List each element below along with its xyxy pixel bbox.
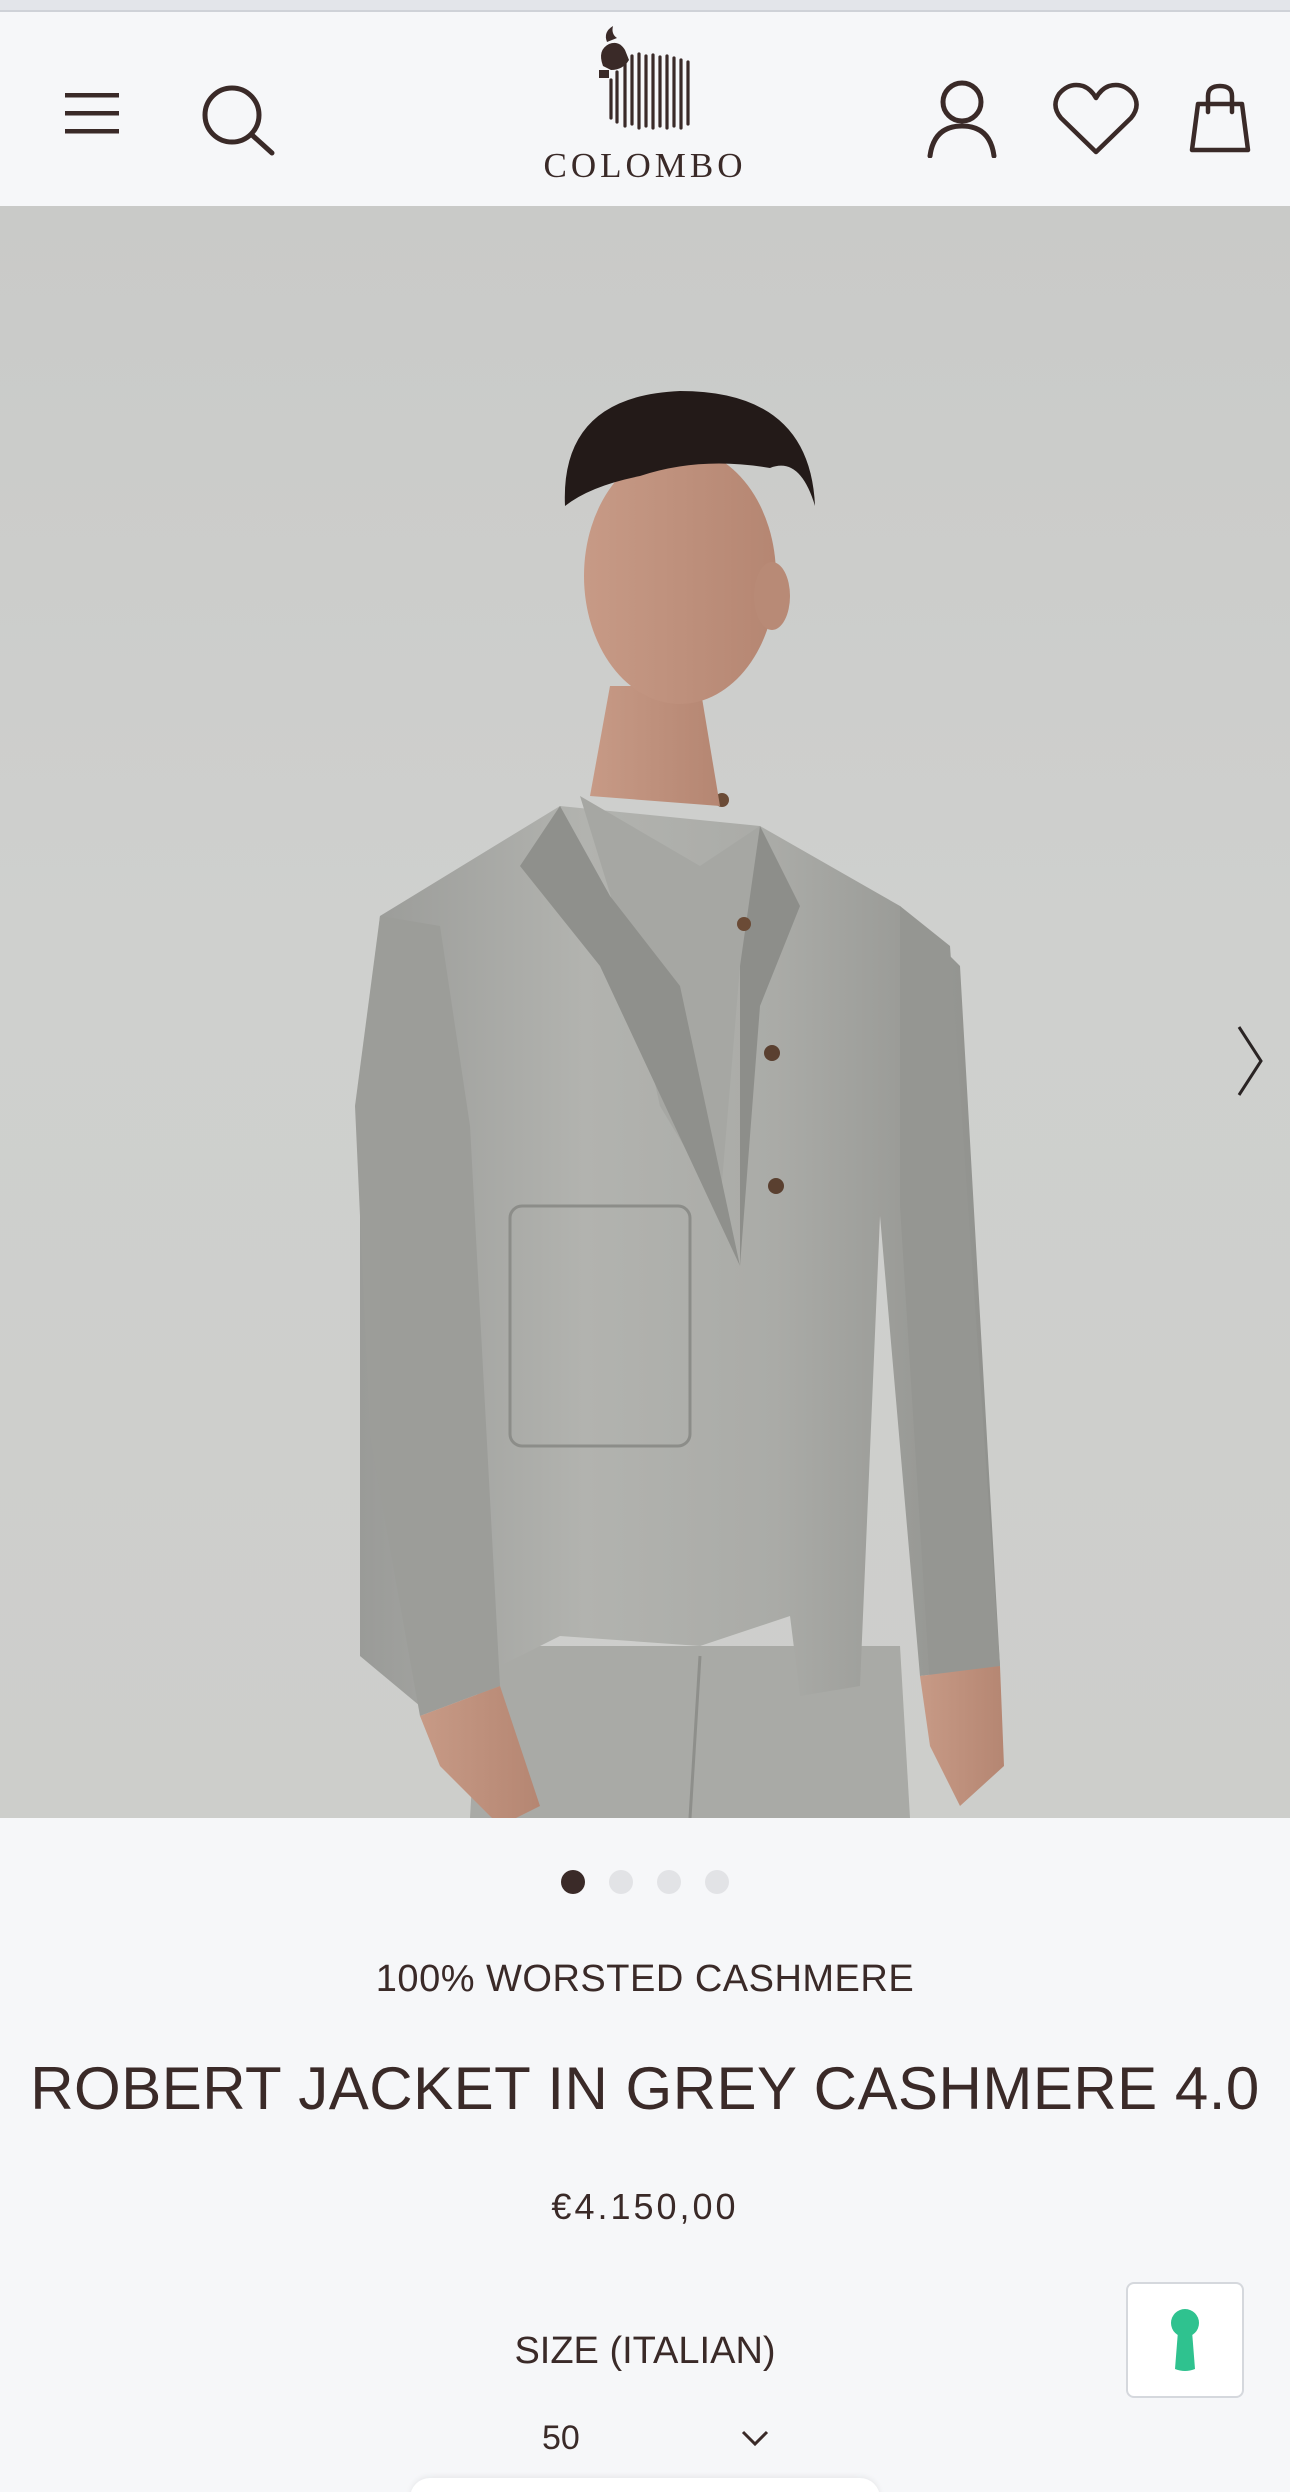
bottom-sheet-handle[interactable] [410, 2478, 880, 2492]
next-image-button[interactable] [1230, 1016, 1270, 1106]
highland-cow-logo-icon [599, 26, 690, 130]
size-select[interactable]: 50 [520, 2410, 770, 2466]
wishlist-button[interactable] [1046, 70, 1146, 166]
gallery-dot-4[interactable] [705, 1870, 729, 1894]
user-icon [927, 80, 997, 158]
brand-logo[interactable]: COLOMBO [520, 22, 770, 202]
model-photo [355, 391, 1004, 1818]
search-icon [202, 85, 275, 156]
chevron-down-icon [741, 2430, 769, 2447]
product-price: €4.150,00 [551, 2186, 739, 2227]
search-button[interactable] [190, 74, 286, 164]
keyhole-icon [1171, 2309, 1199, 2371]
heart-icon [1053, 82, 1139, 155]
menu-button[interactable] [52, 74, 132, 154]
accessibility-help-button[interactable] [1126, 2282, 1244, 2398]
product-material: 100% WORSTED CASHMERE [375, 1958, 915, 2000]
browser-top-strip [0, 0, 1290, 12]
size-selected-value: 50 [542, 2418, 580, 2457]
gallery-dot-3[interactable] [657, 1870, 681, 1894]
site-header: COLOMBO [0, 12, 1290, 206]
gallery-pagination [0, 1870, 1290, 1894]
size-label: SIZE (ITALIAN) [514, 2330, 776, 2372]
product-image[interactable] [0, 206, 1290, 1818]
brand-name: COLOMBO [543, 146, 747, 185]
gallery-dot-1[interactable] [561, 1870, 585, 1894]
shopping-bag-icon [1189, 83, 1251, 153]
gallery-dot-2[interactable] [609, 1870, 633, 1894]
product-title: ROBERT JACKET IN GREY CASHMERE 4.0 [30, 2055, 1260, 2122]
chevron-right-icon [1237, 1026, 1263, 1096]
hamburger-menu-icon [65, 93, 119, 134]
shopping-bag-button[interactable] [1180, 70, 1260, 166]
account-button[interactable] [920, 68, 1004, 168]
